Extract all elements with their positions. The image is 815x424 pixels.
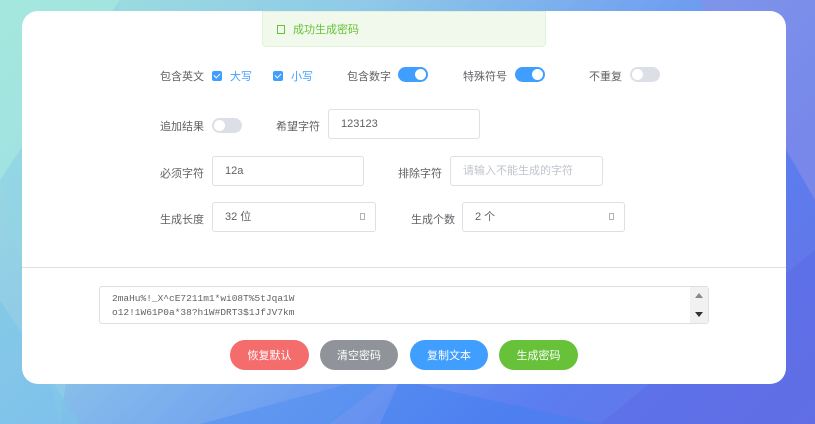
wanted-chars-input[interactable] bbox=[328, 109, 480, 139]
section-divider bbox=[22, 267, 786, 268]
success-toast: 成功生成密码 bbox=[262, 11, 546, 47]
result-textarea[interactable]: 2maHu%!_X^cE7211m1*wi08T%5tJqa1W o12!1W6… bbox=[99, 286, 709, 324]
copy-button[interactable]: 复制文本 bbox=[410, 340, 488, 370]
length-number-input[interactable]: 32 位 bbox=[212, 202, 376, 232]
uppercase-label: 大写 bbox=[230, 71, 252, 83]
generator-card: 包含英文 大写 小写 包含数字 特殊符号 不重复 追加结果 希望字符 必须字符 … bbox=[22, 11, 786, 384]
lowercase-label: 小写 bbox=[291, 71, 313, 83]
required-chars-input[interactable] bbox=[212, 156, 364, 186]
toast-message: 成功生成密码 bbox=[293, 24, 359, 36]
checkbox-checked-icon bbox=[212, 71, 222, 81]
include-letters-label: 包含英文 bbox=[160, 71, 204, 83]
success-icon bbox=[277, 24, 285, 34]
uppercase-checkbox[interactable]: 大写 bbox=[212, 68, 252, 84]
append-result-switch[interactable] bbox=[212, 118, 242, 133]
excluded-chars-label: 排除字符 bbox=[398, 168, 442, 180]
no-repeat-switch[interactable] bbox=[630, 67, 660, 82]
length-value: 32 位 bbox=[225, 211, 252, 223]
clear-button[interactable]: 清空密码 bbox=[320, 340, 398, 370]
required-chars-label: 必须字符 bbox=[160, 168, 204, 180]
length-label: 生成长度 bbox=[160, 214, 204, 226]
no-repeat-label: 不重复 bbox=[589, 71, 622, 83]
count-value: 2 个 bbox=[475, 211, 496, 223]
include-digits-switch[interactable] bbox=[398, 67, 428, 82]
count-number-input[interactable]: 2 个 bbox=[462, 202, 625, 232]
checkbox-checked-icon bbox=[273, 71, 283, 81]
include-digits-label: 包含数字 bbox=[347, 71, 391, 83]
scroll-up-icon[interactable] bbox=[695, 293, 703, 298]
reset-button[interactable]: 恢复默认 bbox=[230, 340, 309, 370]
textarea-scrollbar[interactable] bbox=[690, 287, 708, 323]
generate-button[interactable]: 生成密码 bbox=[499, 340, 578, 370]
stepper-icon[interactable] bbox=[360, 213, 365, 220]
count-label: 生成个数 bbox=[411, 214, 455, 226]
special-chars-switch[interactable] bbox=[515, 67, 545, 82]
stepper-icon[interactable] bbox=[609, 213, 614, 220]
excluded-chars-input[interactable] bbox=[450, 156, 603, 186]
result-line: o12!1W61P0a*38?h1W#DRT3$1JfJV7km bbox=[112, 307, 295, 318]
special-chars-label: 特殊符号 bbox=[463, 71, 507, 83]
result-line: 2maHu%!_X^cE7211m1*wi08T%5tJqa1W bbox=[112, 293, 295, 304]
append-result-label: 追加结果 bbox=[160, 121, 204, 133]
lowercase-checkbox[interactable]: 小写 bbox=[273, 68, 313, 84]
scroll-down-icon[interactable] bbox=[695, 312, 703, 317]
wanted-chars-label: 希望字符 bbox=[276, 121, 320, 133]
